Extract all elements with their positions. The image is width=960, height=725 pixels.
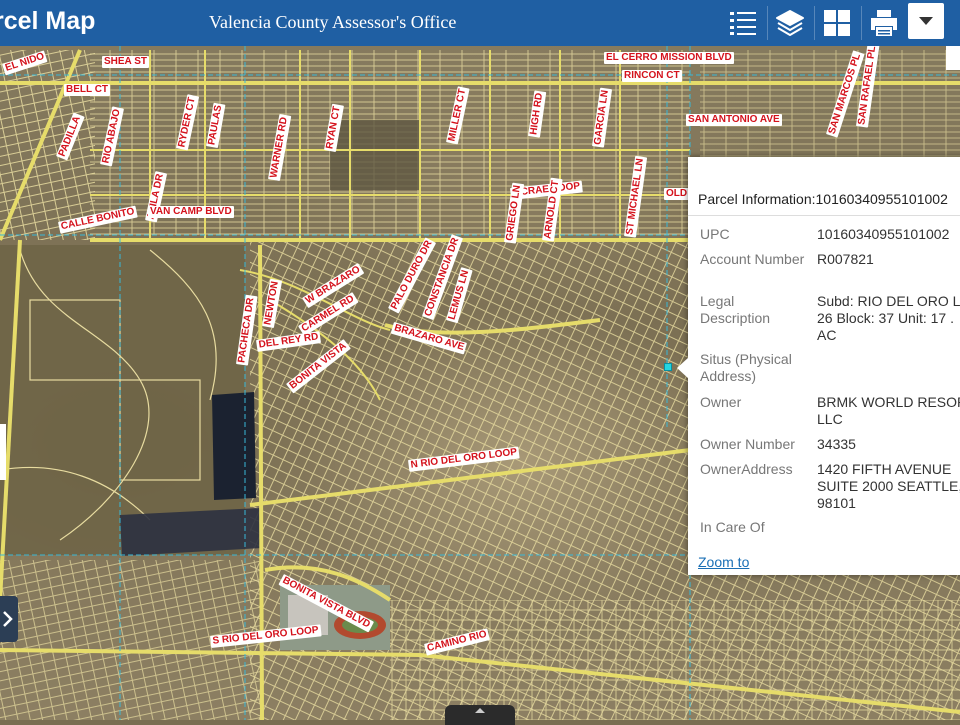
field-label: In Care Of xyxy=(700,519,765,535)
menu-dropdown-button[interactable] xyxy=(908,3,944,39)
side-panel-toggle[interactable] xyxy=(0,424,6,480)
chevron-down-icon xyxy=(919,17,933,25)
popup-pointer xyxy=(677,357,689,379)
grid-icon xyxy=(824,10,850,36)
selected-parcel-marker xyxy=(664,363,672,371)
field-label: Situs (Physical Address) xyxy=(700,351,792,384)
street-label: EL CERRO MISSION BLVD xyxy=(604,52,734,64)
field-label: Account Number xyxy=(700,251,805,267)
office-title: Valencia County Assessor's Office xyxy=(209,12,457,32)
chevron-up-icon xyxy=(475,708,485,713)
popup-title: Parcel Information:10160340955101002 xyxy=(698,191,948,207)
field-value: BRMK WORLD RESOR LLC xyxy=(817,394,960,427)
chevron-right-icon xyxy=(3,611,13,627)
layers-icon xyxy=(776,10,804,36)
attribute-table-handle[interactable] xyxy=(445,705,515,725)
basemap-button[interactable] xyxy=(814,0,860,46)
street-label: SHEA ST xyxy=(102,56,149,68)
layers-button[interactable] xyxy=(767,0,813,46)
app-header: rcel Map Valencia County Assessor's Offi… xyxy=(0,0,960,46)
popup-divider xyxy=(688,215,960,216)
field-label: Owner Number xyxy=(700,436,795,452)
print-icon xyxy=(871,10,897,36)
street-label: BELL CT xyxy=(64,84,111,96)
list-icon xyxy=(730,12,756,35)
field-label: Owner xyxy=(700,394,742,410)
field-value: 1420 FIFTH AVENUE SUITE 2000 SEATTLE, 98… xyxy=(817,461,960,511)
street-label: RINCON CT xyxy=(622,70,682,82)
field-value: 10160340955101002 xyxy=(817,226,950,242)
print-button[interactable] xyxy=(861,0,907,46)
field-value: Subd: RIO DEL ORO L 26 Block: 37 Unit: 1… xyxy=(817,293,960,343)
legend-button[interactable] xyxy=(720,0,766,46)
scroll-thumb[interactable] xyxy=(946,46,960,70)
field-label: UPC xyxy=(700,226,730,242)
widget-expand-button[interactable] xyxy=(0,596,18,642)
app-title: rcel Map xyxy=(0,7,96,35)
street-label: SAN ANTONIO AVE xyxy=(686,114,782,126)
field-value: R007821 xyxy=(817,251,874,267)
street-label: VAN CAMP BLVD xyxy=(148,206,234,218)
street-label: OLD xyxy=(664,188,690,200)
parcel-info-popup: Parcel Information:10160340955101002 UPC… xyxy=(688,157,960,575)
field-label: OwnerAddress xyxy=(700,461,793,477)
zoom-to-link[interactable]: Zoom to xyxy=(698,554,749,570)
field-label: Legal Description xyxy=(700,293,771,326)
field-value: 34335 xyxy=(817,436,856,452)
